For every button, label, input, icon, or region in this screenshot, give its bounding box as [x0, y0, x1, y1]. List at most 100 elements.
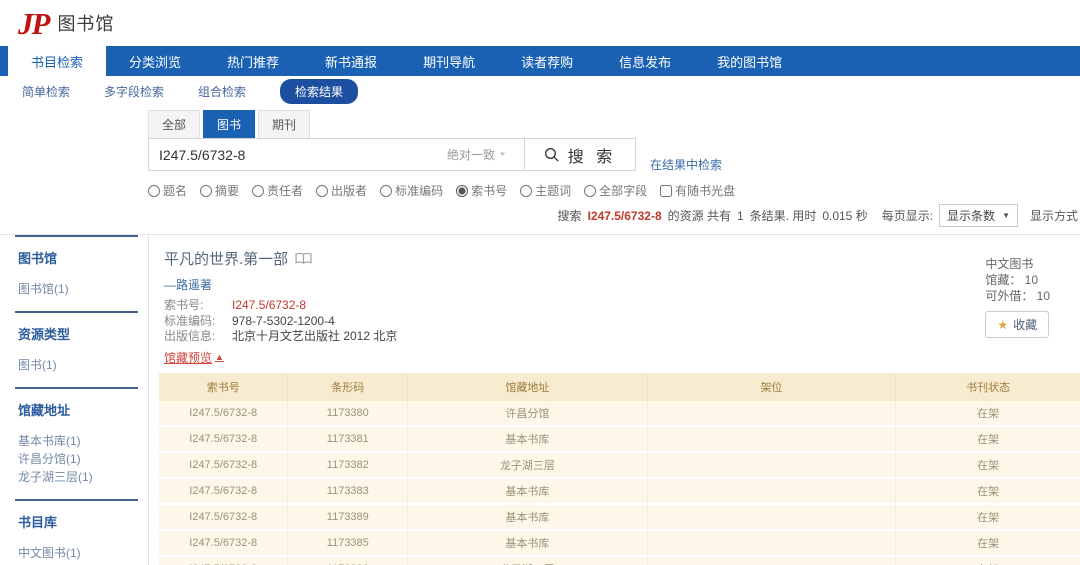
table-cell: 在架 — [895, 503, 1080, 531]
column-header-条形码: 条形码 — [287, 372, 409, 401]
per-page-value: 显示条数 — [947, 209, 996, 223]
bib-row: 标准编码: 978-7-5302-1200-4 — [164, 314, 1080, 330]
facet-title: 书目库 — [18, 515, 58, 530]
bib-value: 978-7-5302-1200-4 — [232, 313, 335, 328]
field-option-摘要[interactable]: 摘要 — [200, 182, 239, 199]
search-within-results-link[interactable]: 在结果中检索 — [650, 156, 722, 173]
field-option-责任者[interactable]: 责任者 — [252, 182, 303, 199]
field-option-label: 出版者 — [331, 184, 368, 198]
facet-item[interactable]: 基本书库(1) — [18, 432, 138, 450]
field-radio-标准编码[interactable] — [380, 184, 393, 197]
search-input[interactable] — [149, 139, 447, 170]
table-cell: 1173380 — [287, 400, 409, 427]
nav-item-期刊导航[interactable]: 期刊导航 — [400, 46, 498, 76]
nav-item-书目检索[interactable]: 书目检索 — [8, 46, 107, 76]
subnav-item-检索结果[interactable]: 检索结果 — [280, 79, 359, 104]
result-panel: 平凡的世界.第一部 —路遥著 索书号: I247.5/6732-8 标准编码: 978… — [148, 235, 1080, 565]
bib-label: 出版信息: — [164, 329, 216, 343]
table-cell: 龙子湖三层 — [407, 555, 648, 565]
field-option-label: 索书号 — [471, 184, 508, 198]
facet-section-书目库: 书目库中文图书(1) — [15, 499, 138, 565]
holdings-table: 索书号 条形码 馆藏地址 架位 书刊状态 I247.5/6732-8 1173380 许昌分… — [159, 372, 1080, 565]
field-option-标准编码[interactable]: 标准编码 — [380, 182, 443, 199]
nav-item-新书通报[interactable]: 新书通报 — [302, 46, 400, 76]
disc-checkbox[interactable] — [660, 184, 673, 197]
holdings-header-row: 索书号 条形码 馆藏地址 架位 书刊状态 — [159, 372, 1080, 401]
scope-tab-图书[interactable]: 图书 — [203, 110, 256, 138]
subnav-item-组合检索[interactable]: 组合检索 — [198, 83, 246, 100]
field-option-主题词[interactable]: 主题词 — [520, 182, 571, 199]
field-radio-责任者[interactable] — [252, 184, 265, 197]
field-radio-索书号[interactable] — [456, 184, 469, 197]
nav-item-我的图书馆[interactable]: 我的图书馆 — [694, 46, 805, 76]
facet-item[interactable]: 图书(1) — [18, 356, 138, 374]
bib-row: 索书号: I247.5/6732-8 — [164, 298, 1080, 314]
table-cell: I247.5/6732-8 — [159, 400, 289, 427]
sub-nav: 简单检索 多字段检索 组合检索 检索结果 — [0, 76, 1080, 107]
site-logo: JP — [18, 5, 50, 41]
table-row: I247.5/6732-8 1173382 龙子湖三层 在架 — [159, 451, 1080, 479]
table-row: I247.5/6732-8 1173380 许昌分馆 在架 — [159, 400, 1080, 427]
search-button[interactable]: 搜 索 — [524, 138, 636, 171]
table-cell — [647, 477, 897, 505]
scope-tab-期刊[interactable]: 期刊 — [258, 110, 311, 138]
nav-item-读者荐购[interactable]: 读者荐购 — [498, 46, 596, 76]
table-row: I247.5/6732-8 1173385 基本书库 在架 — [159, 529, 1080, 557]
table-cell: 1173382 — [287, 451, 409, 479]
meta-query: I247.5/6732-8 — [587, 208, 662, 223]
table-cell: I247.5/6732-8 — [159, 425, 289, 453]
scope-tab-全部[interactable]: 全部 — [148, 110, 201, 138]
field-radio-摘要[interactable] — [200, 184, 213, 197]
facet-item[interactable]: 图书馆(1) — [18, 280, 138, 298]
field-option-索书号[interactable]: 索书号 — [456, 182, 507, 199]
search-area: 全部图书期刊 绝对一致 ▾ 搜 索 在结果中检索 题名 摘要 责任者 出版者 标准编码 索… — [148, 110, 1080, 199]
search-box: 绝对一致 ▾ 搜 索 — [148, 138, 636, 171]
display-mode-link[interactable]: 显示方式 — [1030, 207, 1078, 224]
table-cell: 1173385 — [287, 529, 409, 557]
nav-item-热门推荐[interactable]: 热门推荐 — [204, 46, 302, 76]
meta-result-text: 条结果. 用时 — [749, 209, 817, 223]
field-radio-出版者[interactable] — [316, 184, 329, 197]
favorite-button[interactable]: ★ 收藏 — [985, 311, 1050, 338]
meta-resource-text: 的资源 共有 — [667, 209, 731, 223]
subnav-item-多字段检索[interactable]: 多字段检索 — [104, 83, 164, 100]
book-author[interactable]: —路遥著 — [164, 276, 1080, 293]
field-radio-全部字段[interactable] — [584, 184, 597, 197]
field-option-全部字段[interactable]: 全部字段 — [584, 182, 647, 199]
per-page-dropdown[interactable]: 显示条数 ▼ — [939, 204, 1018, 227]
search-icon — [544, 147, 559, 162]
table-cell: 基本书库 — [407, 503, 648, 531]
holdings-preview-label: 馆藏预览 — [164, 350, 213, 365]
table-cell — [647, 555, 897, 565]
table-cell — [647, 451, 897, 479]
table-cell: 1173381 — [287, 425, 409, 453]
table-cell: 1173389 — [287, 503, 409, 531]
table-cell: I247.5/6732-8 — [159, 451, 289, 479]
star-icon: ★ — [997, 317, 1009, 332]
search-scope-tabs: 全部 图书 期刊 — [148, 110, 1080, 138]
per-page-label: 每页显示: — [881, 209, 934, 223]
book-borrowable-count: 可外借： 10 — [985, 289, 1050, 303]
table-cell: 在架 — [895, 451, 1080, 479]
chevron-down-icon: ▾ — [500, 150, 506, 159]
nav-item-信息发布[interactable]: 信息发布 — [596, 46, 694, 76]
field-option-label: 全部字段 — [599, 184, 648, 198]
nav-item-分类浏览[interactable]: 分类浏览 — [106, 46, 204, 76]
facet-item[interactable]: 许昌分馆(1) — [18, 450, 138, 468]
field-option-出版者[interactable]: 出版者 — [316, 182, 367, 199]
holdings-preview-link[interactable]: 馆藏预览 ▲ — [164, 349, 224, 366]
field-option-题名[interactable]: 题名 — [148, 182, 187, 199]
column-header-架位: 架位 — [647, 372, 897, 401]
triangle-up-icon: ▲ — [215, 352, 224, 362]
match-mode-dropdown[interactable]: 绝对一致 ▾ — [447, 146, 525, 163]
disc-option[interactable]: 有随书光盘 — [660, 182, 735, 199]
book-title[interactable]: 平凡的世界.第一部 — [164, 248, 1080, 269]
table-cell — [647, 503, 897, 531]
table-cell: I247.5/6732-8 — [159, 477, 289, 505]
subnav-item-简单检索[interactable]: 简单检索 — [22, 83, 70, 100]
field-radio-主题词[interactable] — [520, 184, 533, 197]
facet-item[interactable]: 龙子湖三层(1) — [18, 468, 138, 486]
book-bib-fields: 索书号: I247.5/6732-8 标准编码: 978-7-5302-1200-4 出… — [164, 298, 1080, 345]
field-radio-题名[interactable] — [148, 184, 160, 197]
facet-item[interactable]: 中文图书(1) — [18, 544, 138, 562]
